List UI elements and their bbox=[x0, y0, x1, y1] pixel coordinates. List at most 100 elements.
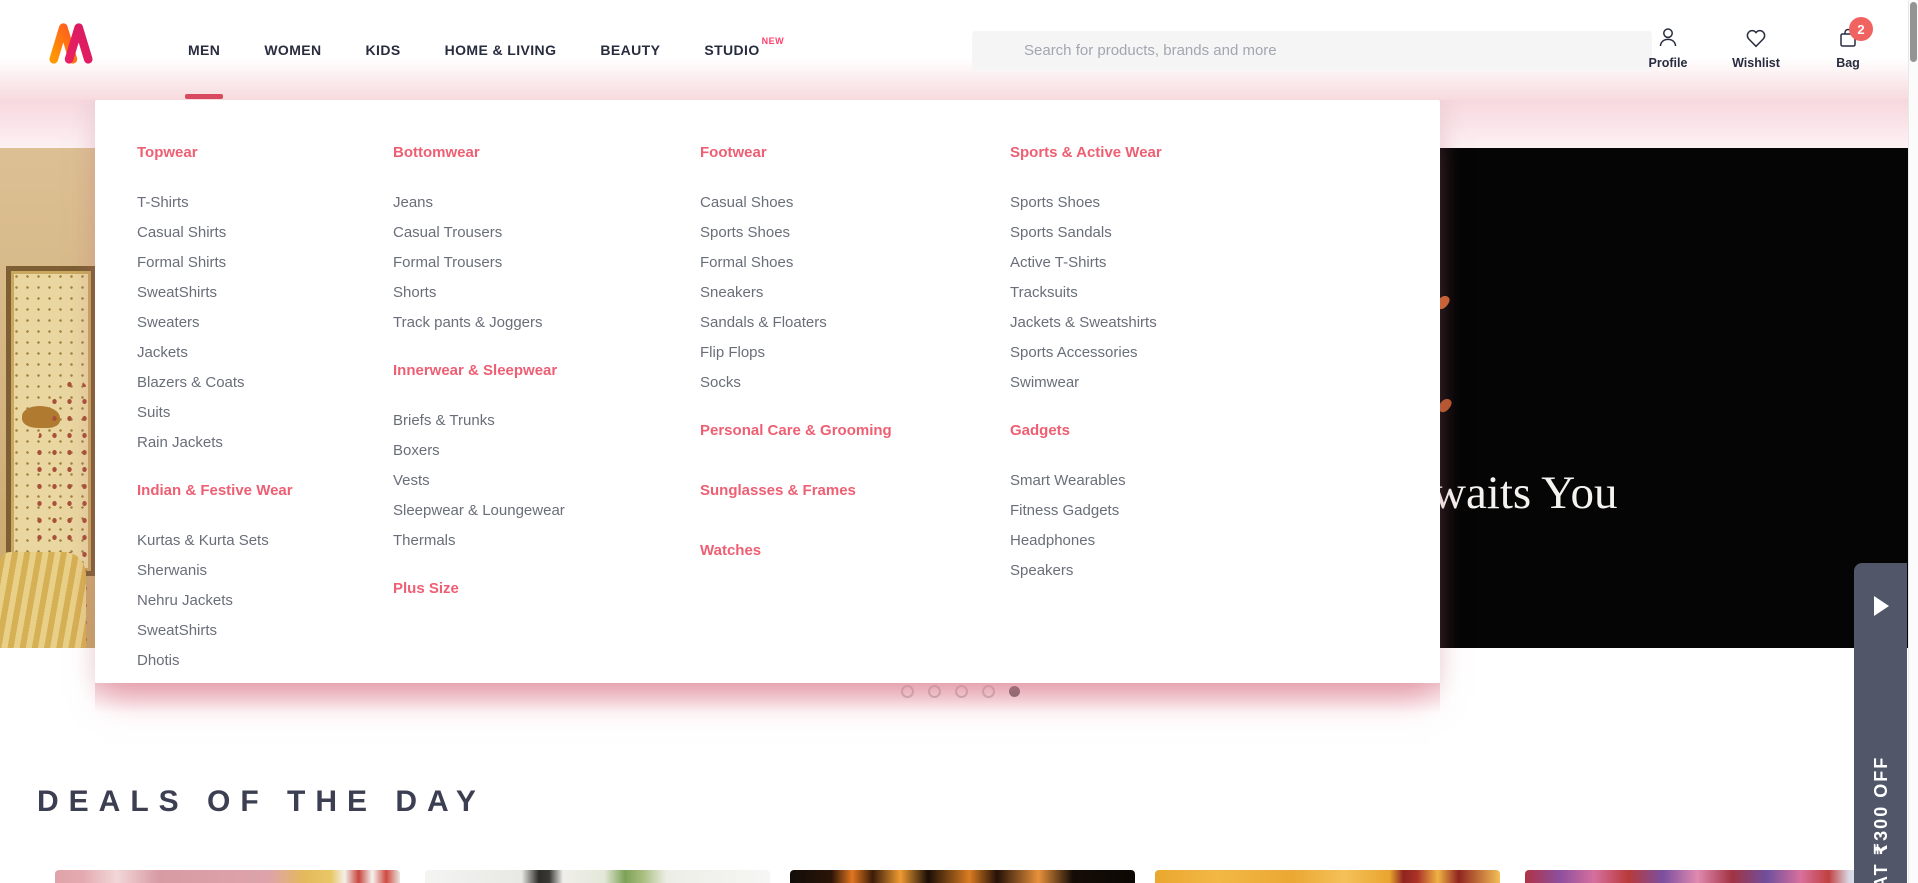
menu-item[interactable]: Formal Shirts bbox=[137, 254, 226, 271]
menu-item[interactable]: Boxers bbox=[393, 442, 440, 459]
menu-item[interactable]: Swimwear bbox=[1010, 374, 1079, 391]
carousel-dot[interactable] bbox=[982, 685, 995, 698]
nav-label: BEAUTY bbox=[600, 42, 661, 58]
carousel-dot[interactable] bbox=[901, 685, 914, 698]
menu-item[interactable]: T-Shirts bbox=[137, 194, 189, 211]
menu-item[interactable]: Socks bbox=[700, 374, 741, 391]
nav-item-studio[interactable]: STUDIO NEW bbox=[704, 0, 784, 100]
menu-item[interactable]: Jackets & Sweatshirts bbox=[1010, 314, 1157, 331]
menu-section: Plus Size bbox=[393, 579, 700, 599]
menu-item[interactable]: Sweaters bbox=[137, 314, 200, 331]
menu-item[interactable]: Nehru Jackets bbox=[137, 592, 233, 609]
menu-item[interactable]: Formal Trousers bbox=[393, 254, 502, 271]
menu-item[interactable]: Fitness Gadgets bbox=[1010, 502, 1119, 519]
menu-item[interactable]: Thermals bbox=[393, 532, 456, 549]
menu-item[interactable]: Sports Shoes bbox=[1010, 194, 1100, 211]
menu-section-title[interactable]: Plus Size bbox=[393, 579, 459, 599]
menu-item[interactable]: Casual Shoes bbox=[700, 194, 793, 211]
profile-icon bbox=[1656, 26, 1680, 50]
deal-card[interactable] bbox=[1155, 870, 1500, 883]
menu-drop-shadow-band bbox=[95, 683, 1440, 713]
nav-item-women[interactable]: WOMEN bbox=[264, 0, 321, 100]
menu-item[interactable]: SweatShirts bbox=[137, 622, 217, 639]
deal-card[interactable] bbox=[1525, 870, 1870, 883]
bag-button[interactable]: 2 Bag bbox=[1818, 17, 1878, 70]
menu-item-list: T-Shirts Casual Shirts Formal Shirts Swe… bbox=[137, 188, 393, 458]
menu-item[interactable]: Formal Shoes bbox=[700, 254, 793, 271]
menu-item[interactable]: Track pants & Joggers bbox=[393, 314, 543, 331]
profile-button[interactable]: Profile bbox=[1638, 26, 1698, 70]
wishlist-button[interactable]: Wishlist bbox=[1726, 26, 1786, 70]
menu-item[interactable]: Shorts bbox=[393, 284, 436, 301]
menu-section-title[interactable]: Bottomwear bbox=[393, 143, 480, 163]
deal-card[interactable] bbox=[425, 870, 770, 883]
deal-card[interactable] bbox=[790, 870, 1135, 883]
menu-item[interactable]: Dhotis bbox=[137, 652, 180, 669]
deal-card[interactable] bbox=[55, 870, 400, 883]
menu-section-title[interactable]: Indian & Festive Wear bbox=[137, 481, 293, 501]
nav-label: MEN bbox=[188, 42, 221, 58]
menu-column-sports: Sports & Active Wear Sports Shoes Sports… bbox=[1010, 100, 1410, 683]
myntra-logo[interactable] bbox=[48, 16, 94, 70]
menu-item[interactable]: Sherwanis bbox=[137, 562, 207, 579]
main-nav: MEN WOMEN KIDS HOME & LIVING BEAUTY STUD… bbox=[184, 0, 784, 100]
menu-item[interactable]: Sleepwear & Loungewear bbox=[393, 502, 565, 519]
menu-section-title[interactable]: Footwear bbox=[700, 143, 767, 163]
scrollbar-thumb[interactable] bbox=[1910, 2, 1917, 62]
search-input[interactable] bbox=[972, 31, 1652, 70]
menu-section-title[interactable]: Personal Care & Grooming bbox=[700, 421, 892, 441]
nav-label: HOME & LIVING bbox=[444, 42, 557, 58]
new-badge: NEW bbox=[761, 36, 785, 46]
menu-item[interactable]: Sneakers bbox=[700, 284, 763, 301]
menu-section: Sunglasses & Frames bbox=[700, 481, 1010, 501]
page-scrollbar bbox=[1908, 0, 1918, 883]
menu-item-list: Smart Wearables Fitness Gadgets Headphon… bbox=[1010, 466, 1410, 586]
carousel-dot[interactable] bbox=[955, 685, 968, 698]
menu-section-title[interactable]: Topwear bbox=[137, 143, 198, 163]
menu-item[interactable]: Sandals & Floaters bbox=[700, 314, 827, 331]
menu-item[interactable]: Vests bbox=[393, 472, 430, 489]
menu-section: Innerwear & Sleepwear Briefs & Trunks Bo… bbox=[393, 361, 700, 556]
menu-section: Topwear T-Shirts Casual Shirts Formal Sh… bbox=[137, 143, 393, 458]
carousel-dot-active[interactable] bbox=[1009, 686, 1020, 697]
menu-item[interactable]: SweatShirts bbox=[137, 284, 217, 301]
nav-item-men[interactable]: MEN bbox=[184, 0, 224, 100]
menu-item[interactable]: Flip Flops bbox=[700, 344, 765, 361]
menu-item[interactable]: Headphones bbox=[1010, 532, 1095, 549]
menu-item[interactable]: Suits bbox=[137, 404, 170, 421]
menu-item-list: Sports Shoes Sports Sandals Active T-Shi… bbox=[1010, 188, 1410, 398]
menu-section: Personal Care & Grooming bbox=[700, 421, 1010, 441]
carousel-dot[interactable] bbox=[928, 685, 941, 698]
menu-item[interactable]: Sports Sandals bbox=[1010, 224, 1112, 241]
menu-item-list: Jeans Casual Trousers Formal Trousers Sh… bbox=[393, 188, 700, 338]
menu-item[interactable]: Speakers bbox=[1010, 562, 1073, 579]
menu-item[interactable]: Active T-Shirts bbox=[1010, 254, 1106, 271]
menu-section-title[interactable]: Watches bbox=[700, 541, 761, 561]
menu-item[interactable]: Rain Jackets bbox=[137, 434, 223, 451]
menu-section-title[interactable]: Sunglasses & Frames bbox=[700, 481, 856, 501]
menu-item-list: Briefs & Trunks Boxers Vests Sleepwear &… bbox=[393, 406, 700, 556]
menu-section-title[interactable]: Sports & Active Wear bbox=[1010, 143, 1162, 163]
menu-item[interactable]: Jeans bbox=[393, 194, 433, 211]
nav-item-beauty[interactable]: BEAUTY bbox=[600, 0, 660, 100]
menu-item[interactable]: Casual Shirts bbox=[137, 224, 226, 241]
menu-column-topwear: Topwear T-Shirts Casual Shirts Formal Sh… bbox=[137, 100, 393, 683]
deals-of-the-day-heading: DEALS OF THE DAY bbox=[37, 785, 486, 818]
menu-item[interactable]: Sports Shoes bbox=[700, 224, 790, 241]
nav-item-home-living[interactable]: HOME & LIVING bbox=[445, 0, 557, 100]
nav-item-kids[interactable]: KIDS bbox=[366, 0, 401, 100]
menu-item[interactable]: Jackets bbox=[137, 344, 188, 361]
menu-item[interactable]: Smart Wearables bbox=[1010, 472, 1126, 489]
hero-banner-text: waits You bbox=[1432, 467, 1618, 519]
menu-section-title[interactable]: Gadgets bbox=[1010, 421, 1070, 441]
menu-section: Indian & Festive Wear Kurtas & Kurta Set… bbox=[137, 481, 393, 676]
menu-item[interactable]: Briefs & Trunks bbox=[393, 412, 495, 429]
flat-300-off-promo-tab[interactable]: FLAT ₹300 OFF bbox=[1854, 563, 1907, 883]
menu-item[interactable]: Kurtas & Kurta Sets bbox=[137, 532, 269, 549]
gold-cushion bbox=[0, 552, 86, 648]
menu-section-title[interactable]: Innerwear & Sleepwear bbox=[393, 361, 557, 381]
menu-item[interactable]: Tracksuits bbox=[1010, 284, 1078, 301]
menu-item[interactable]: Sports Accessories bbox=[1010, 344, 1138, 361]
menu-item[interactable]: Casual Trousers bbox=[393, 224, 502, 241]
menu-item[interactable]: Blazers & Coats bbox=[137, 374, 245, 391]
